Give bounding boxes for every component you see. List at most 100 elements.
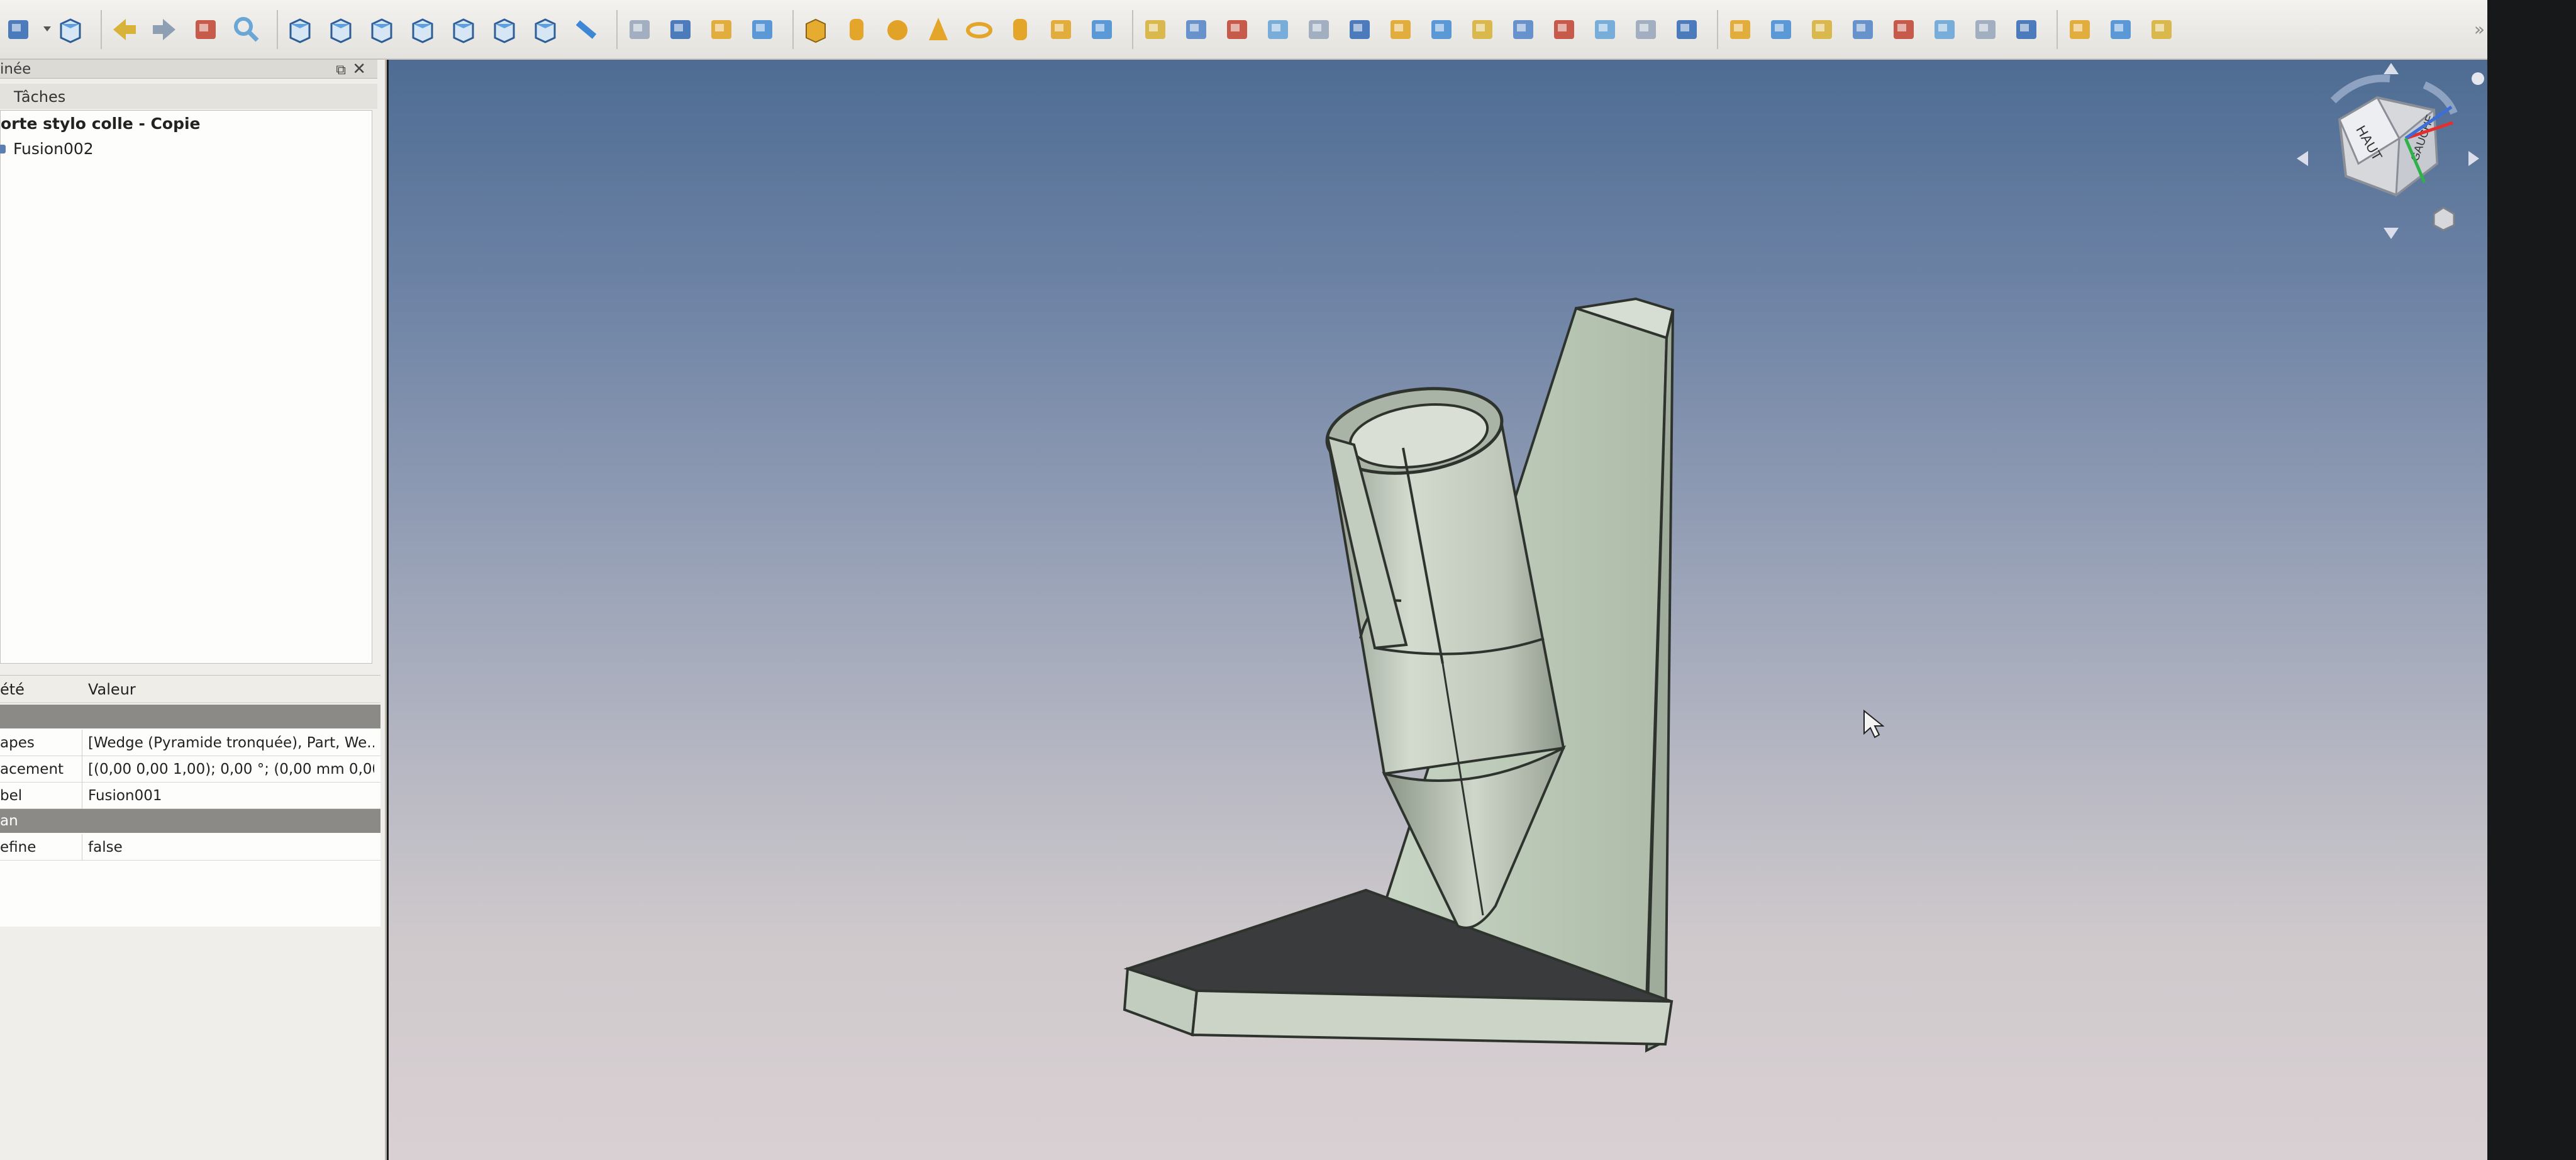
tab-taches[interactable]: Tâches bbox=[14, 86, 65, 108]
property-group-label: an bbox=[0, 813, 18, 829]
split-icon[interactable] bbox=[1929, 14, 1960, 45]
left-view-icon[interactable] bbox=[530, 14, 561, 45]
tree-root-label: orte stylo colle - Copie bbox=[1, 114, 201, 133]
property-row[interactable]: acement [(0,00 0,00 1,00); 0,00 °; (0,00 … bbox=[0, 756, 380, 783]
combo-view-panel: inée ⧉ ✕ Tâches orte stylo colle - Copie… bbox=[0, 60, 387, 1160]
defeaturing-icon[interactable] bbox=[2064, 14, 2096, 45]
toolbar-separator bbox=[2057, 10, 2058, 49]
navcube-small-cube-icon bbox=[2433, 206, 2455, 231]
fusion-icon bbox=[0, 145, 6, 153]
measure-icon[interactable] bbox=[570, 14, 602, 45]
isometric-view-icon[interactable] bbox=[284, 14, 316, 45]
ruled-surface-icon[interactable] bbox=[1385, 14, 1416, 45]
mouse-cursor-icon bbox=[1863, 709, 1885, 741]
close-icon[interactable]: ✕ bbox=[352, 60, 366, 79]
panel-tabs: Tâches bbox=[0, 84, 377, 109]
primitives-icon[interactable] bbox=[1045, 14, 1077, 45]
forward-arrow-icon[interactable] bbox=[149, 14, 180, 45]
property-value[interactable]: [(0,00 0,00 1,00); 0,00 °; (0,00 mm 0,00… bbox=[88, 761, 374, 778]
intersect-icon[interactable] bbox=[1847, 14, 1879, 45]
view-left-arrow-icon bbox=[2297, 151, 2308, 166]
monitor-bezel bbox=[2487, 0, 2576, 1160]
cone-icon[interactable] bbox=[923, 14, 954, 45]
projection-icon[interactable] bbox=[1671, 14, 1702, 45]
property-value[interactable]: false bbox=[88, 839, 374, 856]
back-arrow-icon[interactable] bbox=[108, 14, 140, 45]
right-view-icon[interactable] bbox=[407, 14, 438, 45]
float-icon[interactable]: ⧉ bbox=[336, 61, 346, 80]
toolbar-separator bbox=[277, 10, 278, 49]
macro-icon[interactable] bbox=[190, 14, 221, 45]
shape-builder-icon[interactable] bbox=[1086, 14, 1118, 45]
property-group-header[interactable]: an bbox=[0, 809, 380, 833]
rear-view-icon[interactable] bbox=[448, 14, 479, 45]
navigation-cube[interactable]: HAUT GAUCHE bbox=[2289, 63, 2490, 252]
toolbar-separator bbox=[1132, 10, 1133, 49]
toolbar-separator bbox=[101, 10, 102, 49]
link-sub-icon[interactable] bbox=[747, 14, 778, 45]
make-face-icon[interactable] bbox=[1344, 14, 1375, 45]
box-icon[interactable] bbox=[800, 14, 831, 45]
3d-viewport[interactable] bbox=[389, 60, 2487, 1160]
top-view-icon[interactable] bbox=[366, 14, 397, 45]
navcube-menu-icon bbox=[2472, 72, 2484, 85]
model-tree: orte stylo colle - Copie Fusion002 bbox=[0, 110, 372, 664]
tree-item-label: Fusion002 bbox=[13, 140, 94, 158]
property-row[interactable]: efine false bbox=[0, 834, 380, 861]
link-icon[interactable] bbox=[706, 14, 737, 45]
torus-icon[interactable] bbox=[963, 14, 995, 45]
extrude-icon[interactable] bbox=[1140, 14, 1171, 45]
property-key: acement bbox=[0, 761, 64, 778]
cross-section-icon[interactable] bbox=[1548, 14, 1580, 45]
property-row[interactable]: apes [Wedge (Pyramide tronquée), Part, We… bbox=[0, 730, 380, 756]
thickness-icon[interactable] bbox=[1630, 14, 1662, 45]
zoom-icon[interactable] bbox=[231, 14, 262, 45]
mirror-icon[interactable] bbox=[1221, 14, 1253, 45]
group-icon[interactable] bbox=[665, 14, 696, 45]
property-group-header[interactable] bbox=[0, 705, 380, 728]
compound-icon[interactable] bbox=[1970, 14, 2001, 45]
part-workbench-icon[interactable] bbox=[3, 14, 34, 45]
toolbar-separator bbox=[1717, 10, 1718, 49]
property-header: été Valeur bbox=[0, 676, 380, 703]
check-geometry-icon[interactable] bbox=[2011, 14, 2042, 45]
chamfer-icon[interactable] bbox=[1303, 14, 1335, 45]
panel-title: inée bbox=[0, 61, 31, 77]
bottom-view-icon[interactable] bbox=[489, 14, 520, 45]
sphere-icon[interactable] bbox=[882, 14, 913, 45]
revolve-icon[interactable] bbox=[1180, 14, 1212, 45]
view-right-arrow-icon bbox=[2468, 151, 2479, 166]
color-icon[interactable] bbox=[2146, 14, 2177, 45]
cylinder-icon[interactable] bbox=[841, 14, 872, 45]
view-down-arrow-icon bbox=[2384, 228, 2399, 239]
join-icon[interactable] bbox=[1888, 14, 1919, 45]
section-icon[interactable] bbox=[1507, 14, 1539, 45]
toolbar-separator bbox=[792, 10, 794, 49]
offset-icon[interactable] bbox=[1589, 14, 1621, 45]
loft-icon[interactable] bbox=[1426, 14, 1457, 45]
property-row[interactable]: bel Fusion001 bbox=[0, 783, 380, 809]
property-value[interactable]: Fusion001 bbox=[88, 788, 374, 804]
property-key: efine bbox=[0, 839, 36, 856]
boolean-icon[interactable] bbox=[1724, 14, 1756, 45]
toolbar-separator bbox=[616, 10, 618, 49]
panel-title-bar: inée ⧉ ✕ bbox=[0, 60, 377, 79]
value-column-header: Valeur bbox=[88, 681, 136, 698]
property-column-header: été bbox=[0, 681, 25, 698]
view-up-arrow-icon bbox=[2384, 63, 2399, 74]
attachment-icon[interactable] bbox=[2105, 14, 2136, 45]
tree-root-document[interactable]: orte stylo colle - Copie bbox=[1, 112, 201, 136]
union-icon[interactable] bbox=[1806, 14, 1838, 45]
part-icon[interactable] bbox=[624, 14, 655, 45]
fillet-icon[interactable] bbox=[1262, 14, 1294, 45]
front-view-icon[interactable] bbox=[325, 14, 357, 45]
tube-icon[interactable] bbox=[1004, 14, 1036, 45]
std-view-icon[interactable] bbox=[55, 14, 86, 45]
toolbar-overflow-button[interactable]: » bbox=[2474, 19, 2485, 40]
sweep-icon[interactable] bbox=[1467, 14, 1498, 45]
property-value[interactable]: [Wedge (Pyramide tronquée), Part, We... bbox=[88, 735, 374, 751]
property-editor: été Valeur apes [Wedge (Pyramide tronquée… bbox=[0, 675, 380, 927]
dropdown-icon[interactable] bbox=[43, 26, 51, 31]
cut-icon[interactable] bbox=[1765, 14, 1797, 45]
model-view bbox=[1123, 297, 1675, 1053]
